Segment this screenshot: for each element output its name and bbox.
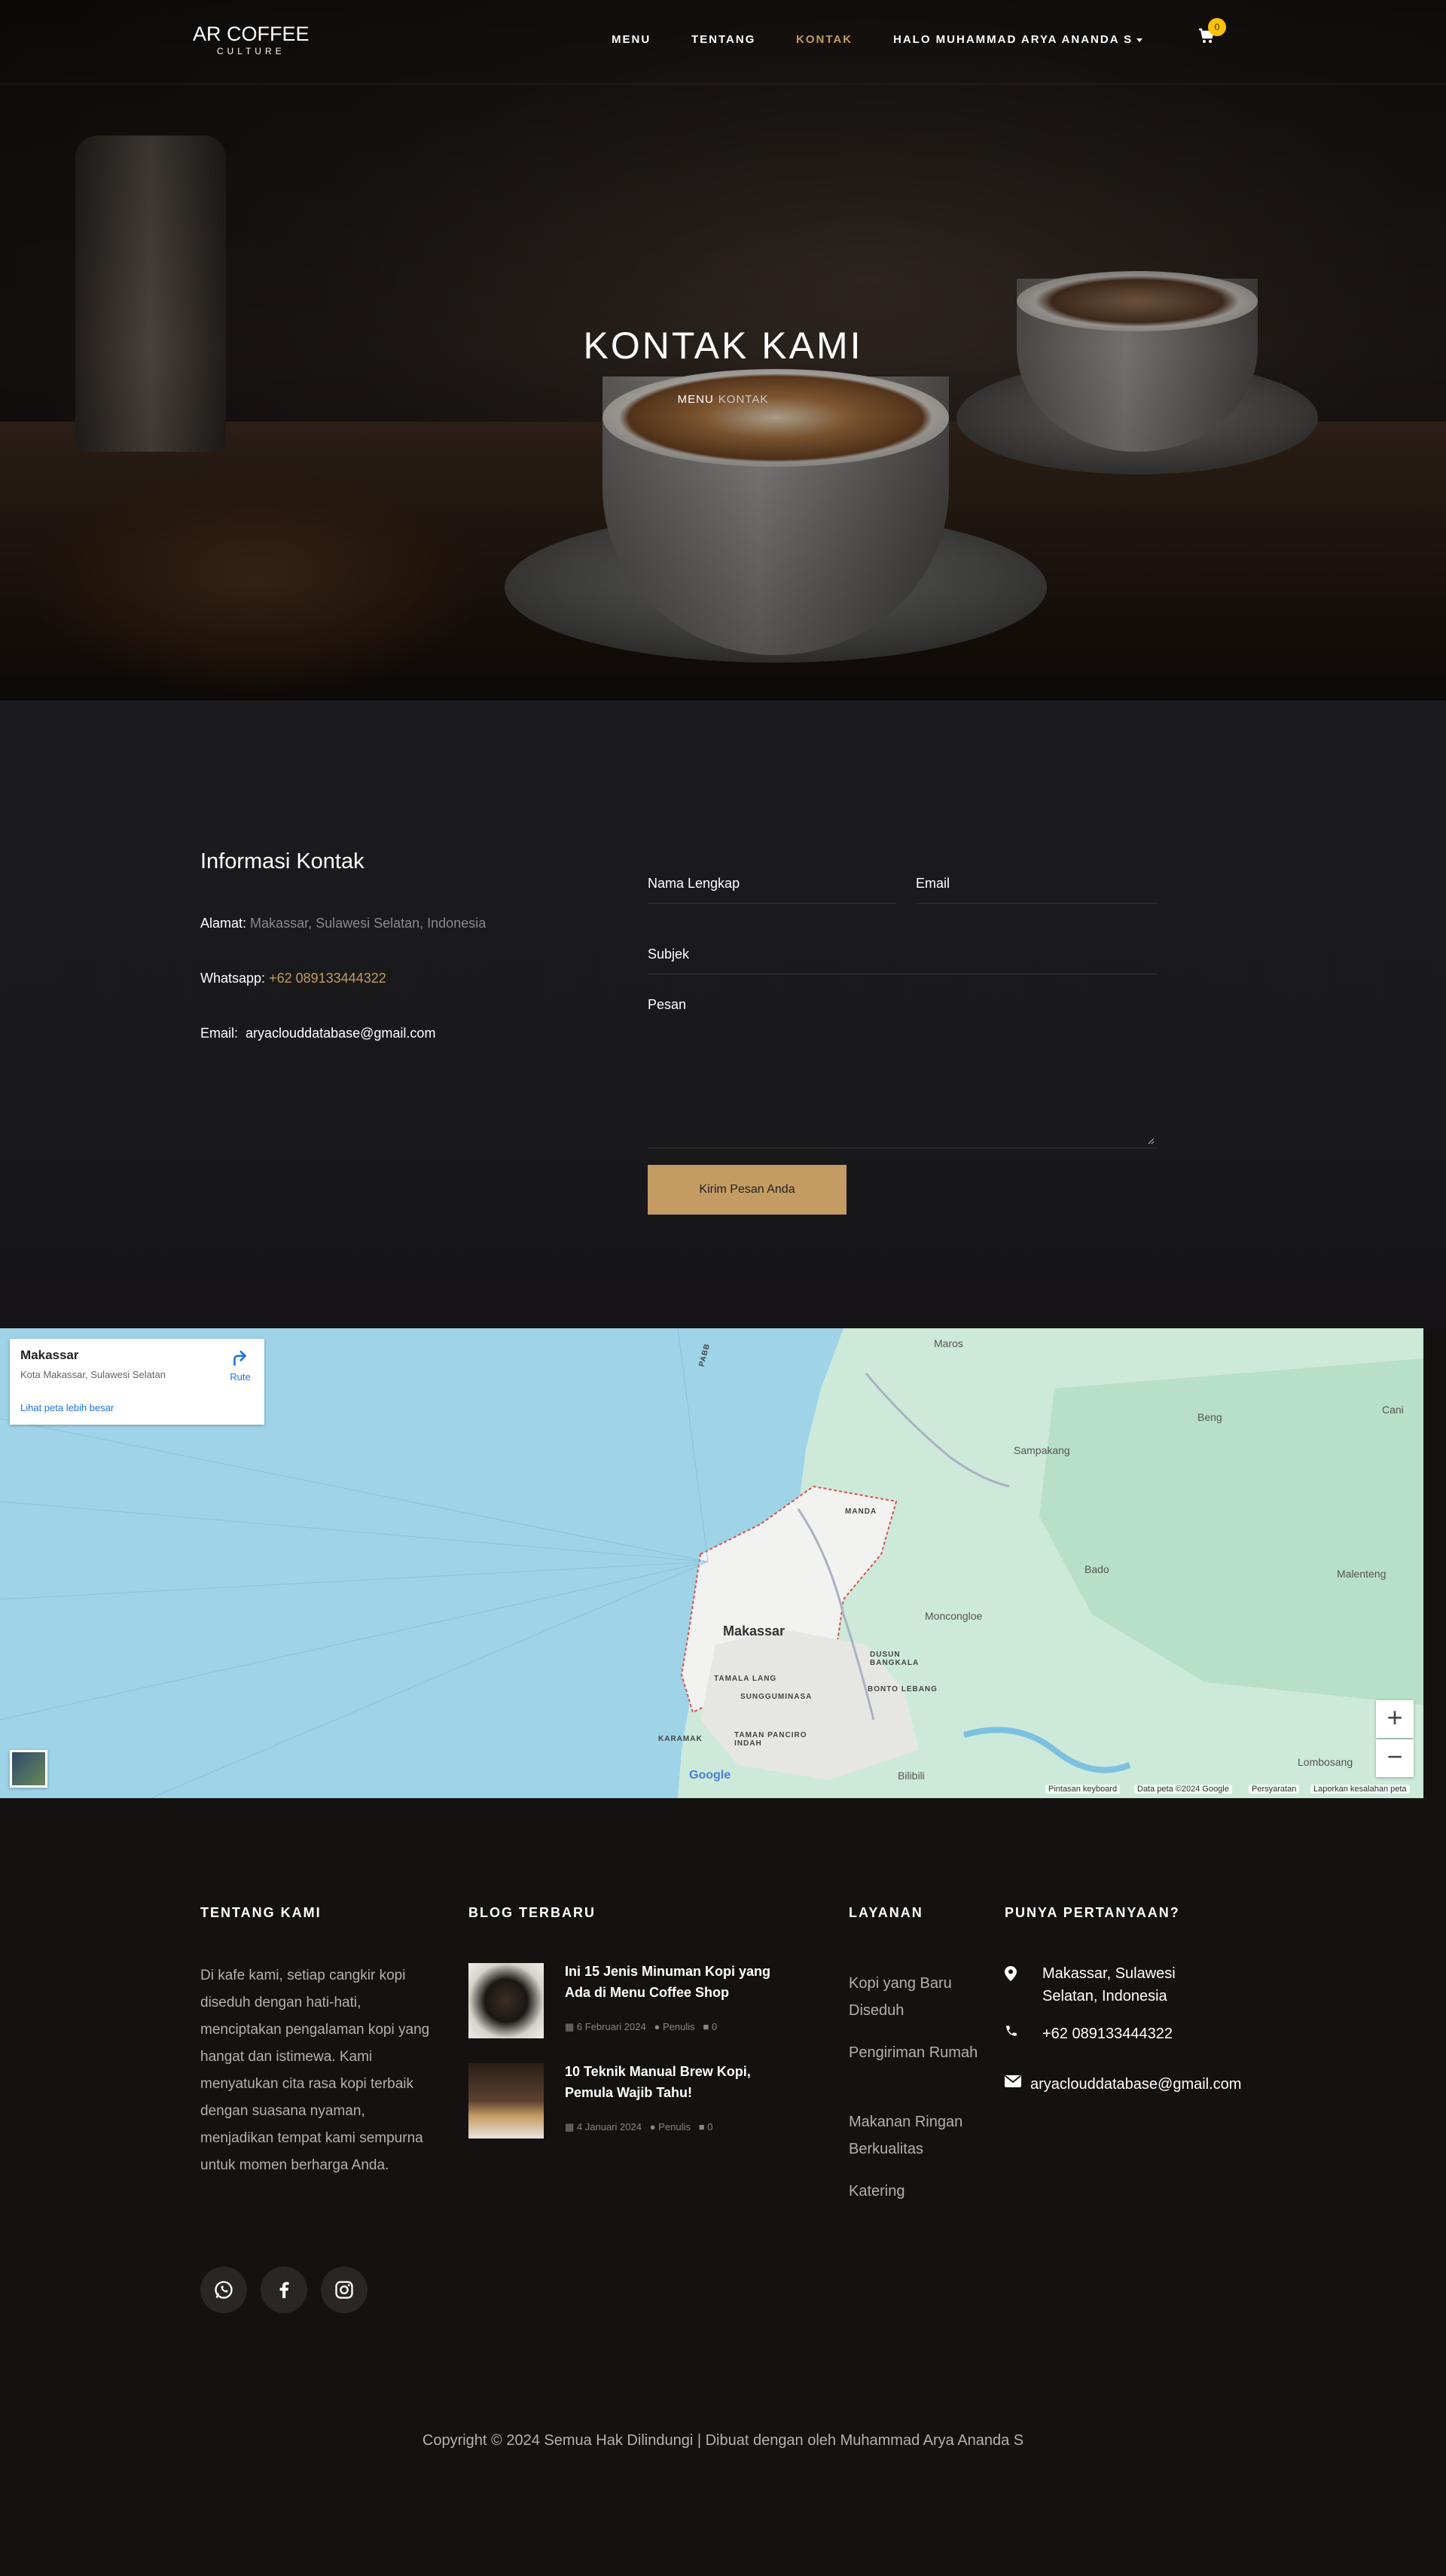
nav-user-label: HALO MUHAMMAD ARYA ANANDA S	[893, 33, 1133, 46]
map-label-manda: MANDA	[845, 1507, 877, 1516]
service-link[interactable]: Pengiriman Rumah	[849, 2039, 992, 2066]
map-label-sungguminasa: SUNGGUMINASA	[740, 1693, 813, 1701]
message-field[interactable]	[648, 992, 1157, 1148]
map-label-malenteng: Malenteng	[1337, 1568, 1387, 1580]
map-label-makassar: Makassar	[723, 1623, 786, 1639]
map-label-sampakang: Sampakang	[1014, 1444, 1070, 1456]
footer-phone[interactable]: +62 089133444322	[1042, 2023, 1173, 2045]
top-navbar: AR COFFEE CULTURE MENU TENTANG KONTAK HA…	[0, 0, 1446, 84]
blog-post-meta: ▦ 6 Februari 2024 ● Penulis ■ 0	[565, 2021, 718, 2032]
instagram-icon	[335, 2281, 353, 2299]
nav-link-menu[interactable]: MENU	[612, 33, 651, 46]
instagram-button[interactable]	[321, 2267, 368, 2313]
contact-email-row: Email: aryaclouddatabase@gmail.com	[200, 1026, 436, 1041]
footer-address: Makassar, Sulawesi Selatan, Indonesia	[1042, 1965, 1176, 2004]
footer-email[interactable]: aryaclouddatabase@gmail.com	[1030, 2073, 1241, 2096]
map-keyboard-shortcuts[interactable]: Pintasan keyboard	[1045, 1785, 1121, 1794]
footer-blog-title: BLOG TERBARU	[468, 1905, 596, 1920]
map-label-maros: Maros	[934, 1337, 963, 1349]
page-title: KONTAK KAMI	[583, 325, 863, 367]
map-label-bilibili: Bilibili	[898, 1770, 925, 1782]
caret-down-icon	[1136, 38, 1143, 42]
nav-link-tentang[interactable]: TENTANG	[691, 33, 755, 46]
whatsapp-button[interactable]	[200, 2267, 247, 2313]
map-label-beng: Beng	[1197, 1411, 1222, 1423]
email-field[interactable]	[916, 864, 1157, 904]
hero-section: KONTAK KAMI MENU KONTAK	[0, 0, 1446, 700]
map-label-lombosang: Lombosang	[1298, 1756, 1353, 1768]
comment-icon: ■	[703, 2021, 709, 2032]
contact-whatsapp-row: Whatsapp: +62 089133444322	[200, 971, 386, 986]
footer-services-title: LAYANAN	[849, 1905, 923, 1920]
map-marker-icon	[1005, 1966, 1017, 1981]
map-label-bonto-lebang: BONTO LEBANG	[868, 1685, 938, 1693]
envelope-icon	[1005, 2075, 1021, 2087]
map-label-bado: Bado	[1084, 1563, 1109, 1575]
view-larger-map-link[interactable]: Lihat peta lebih besar	[20, 1402, 114, 1413]
breadcrumb: MENU KONTAK	[0, 393, 1446, 406]
map-report-link[interactable]: Laporkan kesalahan peta	[1310, 1785, 1410, 1794]
map-label-dusun-bangkala: DUSUN BANGKALA	[870, 1651, 920, 1667]
map-label-cani: Cani	[1382, 1404, 1404, 1416]
cart-count-badge: 0	[1208, 18, 1226, 36]
footer-about-text: Di kafe kami, setiap cangkir kopi disedu…	[200, 1968, 430, 2173]
blog-post-title[interactable]: Ini 15 Jenis Minuman Kopi yang Ada di Me…	[565, 1961, 791, 2003]
map-label-moncongloe: Moncongloe	[925, 1610, 983, 1622]
nav-link-kontak[interactable]: KONTAK	[796, 33, 853, 46]
calendar-icon: ▦	[565, 2021, 575, 2032]
blog-post-meta: ▦ 4 Januari 2024 ● Penulis ■ 0	[565, 2121, 713, 2132]
map-label-taman-panciro-indah: TAMAN PANCIRO INDAH	[734, 1731, 807, 1748]
map-place-card: Makassar Kota Makassar, Sulawesi Selatan…	[10, 1339, 264, 1425]
nav-user-dropdown[interactable]: HALO MUHAMMAD ARYA ANANDA S	[893, 33, 1143, 46]
user-icon: ●	[654, 2021, 660, 2032]
blog-post-title[interactable]: 10 Teknik Manual Brew Kopi, Pemula Wajib…	[565, 2061, 791, 2103]
google-logo: Google	[689, 1769, 731, 1782]
zoom-in-button[interactable]: +	[1376, 1700, 1414, 1738]
footer-about-title: TENTANG KAMI	[200, 1905, 322, 1920]
contact-email-link[interactable]: aryaclouddatabase@gmail.com	[246, 1026, 435, 1041]
map-layer-thumbnail[interactable]	[10, 1750, 47, 1788]
map-label-tamala-lang: TAMALA LANG	[714, 1675, 777, 1683]
map-place-title: Makassar	[20, 1348, 79, 1362]
facebook-button[interactable]	[261, 2267, 307, 2313]
directions-icon	[233, 1350, 247, 1366]
contact-info-title: Informasi Kontak	[200, 849, 365, 873]
map-data-credit: Data peta ©2024 Google	[1134, 1785, 1232, 1794]
route-button[interactable]: Rute	[225, 1349, 255, 1383]
contact-whatsapp-link[interactable]: +62 089133444322	[269, 971, 386, 986]
map-place-subtitle: Kota Makassar, Sulawesi Selatan	[20, 1369, 166, 1380]
blog-post-image[interactable]	[468, 1963, 544, 2038]
service-link[interactable]: Katering	[849, 2178, 992, 2205]
footer-questions-title: PUNYA PERTANYAAN?	[1005, 1905, 1180, 1920]
name-field[interactable]	[648, 864, 896, 904]
google-map[interactable]: Maros Beng Cani Sampakang MANDA Bado Mal…	[0, 1328, 1423, 1798]
phone-icon	[1006, 2026, 1017, 2036]
zoom-out-button[interactable]: −	[1376, 1739, 1414, 1777]
map-label-karamak: KARAMAK	[658, 1735, 703, 1743]
contact-address-value: Makassar, Sulawesi Selatan, Indonesia	[250, 916, 487, 931]
user-icon: ●	[649, 2121, 656, 2132]
subject-field[interactable]	[648, 935, 1157, 974]
site-logo[interactable]: AR COFFEE CULTURE	[193, 23, 310, 56]
facebook-icon	[279, 2282, 289, 2298]
whatsapp-icon	[215, 2281, 233, 2299]
resize-handle-icon[interactable]	[1147, 1137, 1155, 1145]
copyright-text: Copyright © 2024 Semua Hak Dilindungi | …	[422, 2432, 1024, 2449]
blog-post-image[interactable]	[468, 2063, 544, 2139]
contact-address-row: Alamat: Makassar, Sulawesi Selatan, Indo…	[200, 916, 487, 931]
service-link[interactable]: Makanan Ringan Berkualitas	[849, 2108, 992, 2163]
map-terms-link[interactable]: Persyaratan	[1249, 1785, 1300, 1794]
service-link[interactable]: Kopi yang Baru Diseduh	[849, 1970, 992, 2024]
calendar-icon: ▦	[565, 2121, 575, 2132]
breadcrumb-home[interactable]: MENU	[678, 393, 714, 406]
breadcrumb-current: KONTAK	[718, 393, 769, 406]
comment-icon: ■	[698, 2121, 705, 2132]
send-message-button[interactable]: Kirim Pesan Anda	[648, 1165, 847, 1215]
